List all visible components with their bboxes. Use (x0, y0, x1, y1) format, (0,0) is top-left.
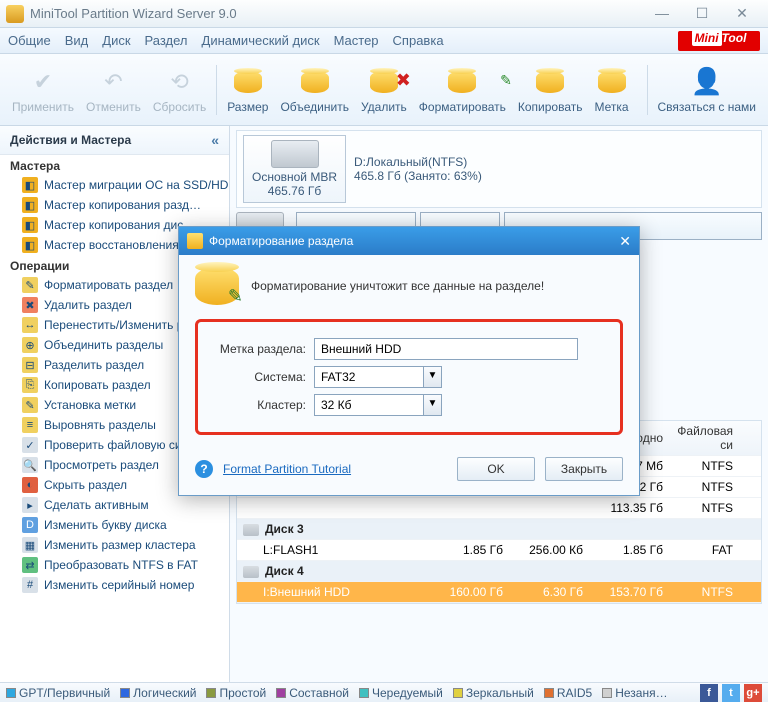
op-set-active[interactable]: ▸Сделать активным (0, 495, 229, 515)
maximize-button[interactable]: ☐ (682, 4, 722, 24)
merge-icon (299, 66, 331, 98)
delete-button[interactable]: ✖Удалить (355, 62, 413, 118)
cancel-button[interactable]: Закрыть (545, 457, 623, 481)
menu-wizard[interactable]: Мастер (334, 33, 379, 48)
label-filesystem: Система: (210, 370, 306, 384)
dialog-form: Метка раздела: Система: ▼ Кластер: ▼ (195, 319, 623, 435)
format-button[interactable]: ✎Форматировать (413, 62, 512, 118)
disk-map-header: Основной MBR465.76 Гб D:Локальный(NTFS)4… (236, 130, 762, 208)
menu-general[interactable]: Общие (8, 33, 51, 48)
label-cluster: Кластер: (210, 398, 306, 412)
contact-icon: 👤 (691, 66, 723, 98)
chevron-down-icon[interactable]: ▼ (424, 366, 442, 388)
ok-button[interactable]: OK (457, 457, 535, 481)
sidebar-title: Действия и Мастера« (0, 126, 229, 155)
legend-bar: GPT/Первичный Логический Простой Составн… (0, 682, 768, 702)
format-big-icon (195, 267, 239, 305)
disk-header-3[interactable]: Диск 3 (237, 519, 761, 540)
facebook-icon[interactable]: f (700, 684, 718, 702)
app-icon (6, 5, 24, 23)
legend-mirror: Зеркальный (453, 686, 534, 700)
undo-icon: ↶ (97, 66, 129, 98)
tutorial-link[interactable]: Format Partition Tutorial (223, 462, 351, 476)
window-titlebar: MiniTool Partition Wizard Server 9.0 — ☐… (0, 0, 768, 28)
op-cluster-size[interactable]: ▦Изменить размер кластера (0, 535, 229, 555)
select-cluster[interactable]: ▼ (314, 394, 442, 416)
select-filesystem[interactable]: ▼ (314, 366, 442, 388)
close-button[interactable]: ✕ (722, 4, 762, 24)
disk-local-info: D:Локальный(NTFS)465.8 Гб (Занято: 63%) (354, 155, 482, 183)
apply-icon: ✔ (27, 66, 59, 98)
op-ntfs-to-fat[interactable]: ⇄Преобразовать NTFS в FAT (0, 555, 229, 575)
table-row-flash[interactable]: L:FLASH11.85 Гб256.00 Кб1.85 ГбFAT (237, 540, 761, 561)
menu-dynamic[interactable]: Динамический диск (202, 33, 320, 48)
legend-gpt: GPT/Первичный (6, 686, 110, 700)
menu-view[interactable]: Вид (65, 33, 89, 48)
format-icon: ✎ (446, 66, 478, 98)
format-dialog: Форматирование раздела ✕ Форматирование … (178, 226, 640, 496)
copy-button[interactable]: Копировать (512, 62, 589, 118)
wizard-copy-partition[interactable]: ◧Мастер копирования разд… (0, 195, 229, 215)
dialog-icon (187, 233, 203, 249)
legend-logical: Логический (120, 686, 196, 700)
resize-icon (232, 66, 264, 98)
minimize-button[interactable]: — (642, 4, 682, 24)
table-row-external[interactable]: I:Внешний HDD160.00 Гб6.30 Гб153.70 ГбNT… (237, 582, 761, 603)
menu-help[interactable]: Справка (393, 33, 444, 48)
twitter-icon[interactable]: t (722, 684, 740, 702)
legend-unalloc: Незаня… (602, 686, 667, 700)
table-row[interactable]: 113.35 ГбNTFS (237, 498, 761, 519)
dialog-title: Форматирование раздела (209, 234, 353, 248)
copy-icon (534, 66, 566, 98)
resize-button[interactable]: Размер (221, 62, 274, 118)
dialog-titlebar: Форматирование раздела ✕ (179, 227, 639, 255)
contact-button[interactable]: 👤Связаться с нами (652, 62, 762, 118)
collapse-icon[interactable]: « (211, 132, 219, 148)
chevron-down-icon[interactable]: ▼ (424, 394, 442, 416)
label-partition: Метка раздела: (210, 342, 306, 356)
sidebar-group-wizards: Мастера (0, 155, 229, 175)
wizard-migrate-os[interactable]: ◧Мастер миграции ОС на SSD/HD (0, 175, 229, 195)
hdd-icon (271, 140, 319, 168)
disk-header-4[interactable]: Диск 4 (237, 561, 761, 582)
disk-basic-box[interactable]: Основной MBR465.76 Гб (243, 135, 346, 203)
legend-simple: Простой (206, 686, 266, 700)
op-serial[interactable]: #Изменить серийный номер (0, 575, 229, 595)
label-button[interactable]: Метка (589, 62, 635, 118)
discard-button[interactable]: ⟲Сбросить (147, 62, 212, 118)
menu-bar: Общие Вид Диск Раздел Динамический диск … (0, 28, 768, 54)
undo-button[interactable]: ↶Отменить (80, 62, 147, 118)
gplus-icon[interactable]: g+ (744, 684, 762, 702)
social-icons: f t g+ (700, 684, 762, 702)
brand-logo: MiniTool (678, 31, 760, 51)
discard-icon: ⟲ (164, 66, 196, 98)
menu-disk[interactable]: Диск (102, 33, 130, 48)
window-title: MiniTool Partition Wizard Server 9.0 (30, 6, 237, 21)
legend-spanned: Составной (276, 686, 349, 700)
menu-partition[interactable]: Раздел (145, 33, 188, 48)
merge-button[interactable]: Объединить (274, 62, 355, 118)
input-partition-label[interactable] (314, 338, 578, 360)
dialog-close-icon[interactable]: ✕ (619, 233, 631, 250)
op-change-letter[interactable]: DИзменить букву диска (0, 515, 229, 535)
legend-raid5: RAID5 (544, 686, 592, 700)
apply-button[interactable]: ✔Применить (6, 62, 80, 118)
delete-icon: ✖ (368, 66, 400, 98)
label-icon (596, 66, 628, 98)
dialog-warning: Форматирование уничтожит все данные на р… (195, 267, 623, 305)
legend-striped: Чередуемый (359, 686, 443, 700)
help-icon[interactable]: ? (195, 460, 213, 478)
toolbar: ✔Применить ↶Отменить ⟲Сбросить Размер Об… (0, 54, 768, 126)
